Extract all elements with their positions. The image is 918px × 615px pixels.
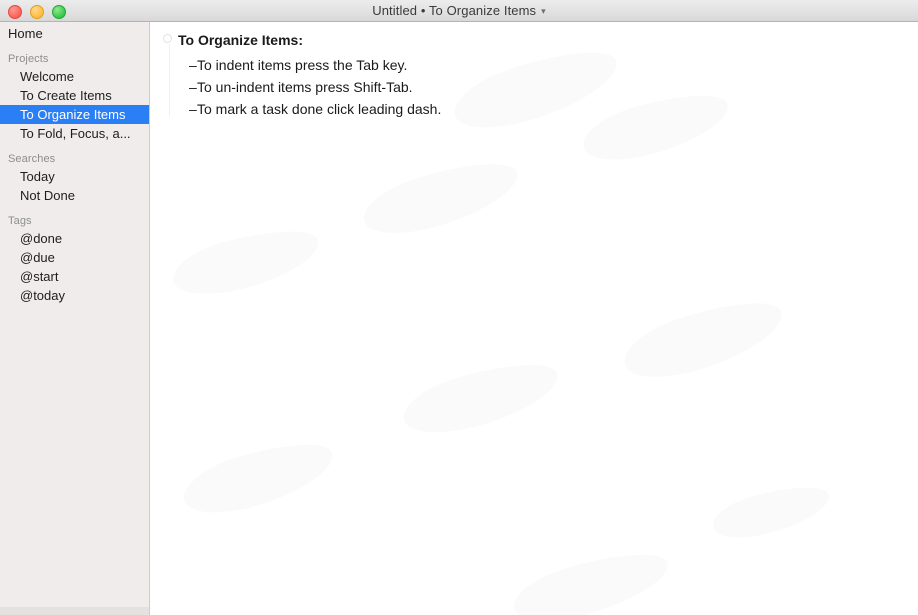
window-title-text: Untitled • To Organize Items bbox=[372, 3, 537, 18]
outline-item-text: To mark a task done click leading dash. bbox=[197, 101, 442, 117]
outline[interactable]: To Organize Items: – To indent items pres… bbox=[151, 22, 918, 120]
zoom-button[interactable] bbox=[52, 5, 66, 19]
sidebar-item-tag-start[interactable]: @start bbox=[0, 267, 149, 286]
sidebar-item-today[interactable]: Today bbox=[0, 167, 149, 186]
sidebar-item-to-fold-focus[interactable]: To Fold, Focus, a... bbox=[0, 124, 149, 143]
sidebar-item-tag-done[interactable]: @done bbox=[0, 229, 149, 248]
leading-dash-icon[interactable]: – bbox=[189, 76, 197, 98]
sidebar-item-home[interactable]: Home bbox=[0, 24, 149, 43]
sidebar-group-projects: Projects Welcome To Create Items To Orga… bbox=[0, 50, 149, 143]
app-window: Untitled • To Organize Items ▾ Home Proje… bbox=[0, 0, 918, 615]
watermark bbox=[176, 430, 341, 526]
sidebar-group-tags: Tags @done @due @start @today bbox=[0, 212, 149, 305]
watermark bbox=[507, 540, 675, 615]
sidebar-footer-strip bbox=[0, 607, 149, 615]
close-button[interactable] bbox=[8, 5, 22, 19]
sidebar-item-tag-today[interactable]: @today bbox=[0, 286, 149, 305]
sidebar-item-to-organize-items[interactable]: To Organize Items bbox=[0, 105, 149, 124]
outline-heading[interactable]: To Organize Items: bbox=[151, 30, 918, 50]
sidebar-item-to-create-items[interactable]: To Create Items bbox=[0, 86, 149, 105]
watermark bbox=[396, 350, 566, 446]
chevron-down-icon[interactable]: ▾ bbox=[541, 0, 546, 22]
sidebar-item-tag-due[interactable]: @due bbox=[0, 248, 149, 267]
editor-content[interactable]: To Organize Items: – To indent items pres… bbox=[151, 22, 918, 615]
title-bar: Untitled • To Organize Items ▾ bbox=[0, 0, 918, 22]
window-controls bbox=[8, 5, 66, 19]
sidebar-group-searches: Searches Today Not Done bbox=[0, 150, 149, 205]
outline-item-text: To indent items press the Tab key. bbox=[197, 57, 408, 73]
leading-dash-icon[interactable]: – bbox=[189, 54, 197, 76]
outline-list-item[interactable]: – To indent items press the Tab key. bbox=[151, 54, 918, 76]
sidebar: Home Projects Welcome To Create Items To… bbox=[0, 22, 150, 615]
window-title: Untitled • To Organize Items ▾ bbox=[0, 0, 918, 22]
watermark bbox=[356, 149, 526, 247]
watermark bbox=[616, 287, 791, 392]
watermark bbox=[167, 218, 325, 306]
sidebar-header-searches: Searches bbox=[8, 153, 56, 165]
outline-item-text: To un-indent items press Shift-Tab. bbox=[197, 79, 413, 95]
outline-list-item[interactable]: – To mark a task done click leading dash. bbox=[151, 98, 918, 120]
watermark bbox=[707, 477, 835, 547]
sidebar-item-welcome[interactable]: Welcome bbox=[0, 67, 149, 86]
sidebar-top: Home bbox=[0, 22, 149, 43]
sidebar-item-not-done[interactable]: Not Done bbox=[0, 186, 149, 205]
outline-list-item[interactable]: – To un-indent items press Shift-Tab. bbox=[151, 76, 918, 98]
leading-dash-icon[interactable]: – bbox=[189, 98, 197, 120]
sidebar-header-projects: Projects bbox=[8, 53, 49, 65]
minimize-button[interactable] bbox=[30, 5, 44, 19]
sidebar-header-tags: Tags bbox=[8, 215, 32, 227]
